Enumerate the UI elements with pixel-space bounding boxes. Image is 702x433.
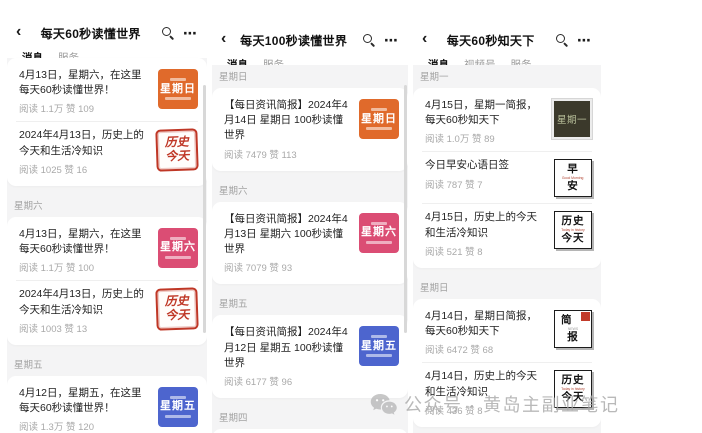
article-meta: 阅读 1003 赞 13 xyxy=(19,321,148,335)
weekday-badge-icon: 星期五 xyxy=(158,387,198,427)
panel-header: ‹ 每天60秒读懂世界 ⋯ xyxy=(7,24,207,42)
panel-title: 每天100秒读懂世界 xyxy=(226,32,361,49)
weekday-badge-icon: 星期六 xyxy=(359,213,399,253)
article-item[interactable]: 2024年4月13日，历史上的今天和生活冷知识 阅读 1003 赞 13 历史 … xyxy=(16,280,198,340)
history-seal-icon: 历史 今天 xyxy=(155,288,198,331)
search-icon[interactable] xyxy=(556,34,568,46)
article-title: 今日早安心语日签 xyxy=(425,158,546,173)
article-meta: 阅读 1.3万 赞 120 xyxy=(19,419,150,433)
article-item[interactable]: 【每日资讯简报】2024年4月14日 星期日 100秒读懂世界 阅读 7479 … xyxy=(221,92,399,167)
panel-60s-world: ‹ 每天60秒读懂世界 ⋯ 消息服务 4月13日，星期六，在这里每天60秒读懂世… xyxy=(7,0,207,433)
article-item[interactable]: 2024年4月13日，历史上的今天和生活冷知识 阅读 1025 赞 16 历史 … xyxy=(16,121,198,181)
history-card-icon: 历史 Today in history 今天 xyxy=(554,370,592,408)
message-list: 4月13日，星期六，在这里每天60秒读懂世界！ 阅读 1.1万 赞 109 星期… xyxy=(7,58,207,433)
panel-header: ‹ 每天100秒读懂世界 ⋯ xyxy=(212,31,408,49)
article-item[interactable]: 4月15日，星期一简报，每天60秒知天下 阅读 1.0万 赞 89 星期一 xyxy=(422,92,592,151)
monday-photo-icon: 星期一 xyxy=(552,99,592,139)
article-item[interactable]: 【每日资讯简报】2024年4月13日 星期六 100秒读懂世界 阅读 7079 … xyxy=(221,206,399,281)
article-title: 4月15日，历史上的今天和生活冷知识 xyxy=(425,210,546,240)
section-label: 星期五 xyxy=(7,353,207,376)
article-title: 4月14日，星期日简报，每天60秒知天下 xyxy=(425,309,546,339)
section-label: 星期六 xyxy=(7,194,207,217)
more-icon[interactable]: ⋯ xyxy=(384,33,399,47)
article-meta: 阅读 787 赞 7 xyxy=(425,177,546,191)
briefing-card-icon: 简 NEWS 报 xyxy=(554,310,592,348)
history-seal-icon: 历史 今天 xyxy=(155,129,198,172)
weekday-badge-icon: 星期六 xyxy=(158,228,198,268)
article-meta: 阅读 1.1万 赞 100 xyxy=(19,260,150,274)
article-item[interactable]: 4月12日，星期五，在这里每天60秒读懂世界！ 阅读 1.3万 赞 120 星期… xyxy=(16,380,198,433)
section-label: 星期五 xyxy=(212,292,408,315)
panel-60s-news: ‹ 每天60秒知天下 ⋯ 消息视频号服务 星期一 4月15日，星期一简报，每天6… xyxy=(413,0,601,433)
article-meta: 阅读 1.0万 赞 89 xyxy=(425,131,544,145)
article-title: 【每日资讯简报】2024年4月12日 星期五 100秒读懂世界 xyxy=(224,325,351,371)
section-label: 星期日 xyxy=(212,65,408,88)
section-label: 星期一 xyxy=(413,65,601,88)
section-label: 星期日 xyxy=(413,276,601,299)
message-card: 【每日资讯简报】2024年4月13日 星期六 100秒读懂世界 阅读 7079 … xyxy=(212,202,408,285)
more-icon[interactable]: ⋯ xyxy=(577,33,592,47)
weekday-badge-icon: 星期日 xyxy=(359,99,399,139)
article-meta: 阅读 6177 赞 96 xyxy=(224,374,351,388)
message-card: 4月15日，星期一简报，每天60秒知天下 阅读 1.0万 赞 89 星期一 今日… xyxy=(413,88,601,268)
article-item[interactable]: 4月13日，星期六，在这里每天60秒读懂世界！ 阅读 1.1万 赞 100 星期… xyxy=(16,221,198,280)
article-title: 4月12日，星期五，在这里每天60秒读懂世界！ xyxy=(19,386,150,416)
scrollbar[interactable] xyxy=(203,85,207,333)
history-card-icon: 历史 Today in history 今天 xyxy=(554,211,592,249)
message-card: 【每日资讯简报】2024年4月12日 星期五 100秒读懂世界 阅读 6177 … xyxy=(212,315,408,398)
red-corner xyxy=(581,312,590,321)
article-meta: 阅读 6472 赞 68 xyxy=(425,342,546,356)
article-meta: 阅读 7479 赞 113 xyxy=(224,147,351,161)
message-card: 4月13日，星期六，在这里每天60秒读懂世界！ 阅读 1.1万 赞 100 星期… xyxy=(7,217,207,345)
article-title: 2024年4月13日，历史上的今天和生活冷知识 xyxy=(19,287,148,317)
article-title: 【每日资讯简报】2024年4月13日 星期六 100秒读懂世界 xyxy=(224,212,351,258)
panel-title: 每天60秒读懂世界 xyxy=(21,25,160,42)
section-label: 星期六 xyxy=(212,179,408,202)
article-title: 【每日资讯简报】2024年4月14日 星期日 100秒读懂世界 xyxy=(224,98,351,144)
message-list: 星期一 4月15日，星期一简报，每天60秒知天下 阅读 1.0万 赞 89 星期… xyxy=(413,65,601,433)
article-title: 4月13日，星期六，在这里每天60秒读懂世界！ xyxy=(19,68,150,98)
article-title: 2024年4月13日，历史上的今天和生活冷知识 xyxy=(19,128,148,158)
article-item[interactable]: 4月15日，历史上的今天和生活冷知识 阅读 521 赞 8 历史 Today i… xyxy=(422,203,592,263)
message-card: 4月14日，星期日简报，每天60秒知天下 阅读 6472 赞 68 简 NEWS… xyxy=(413,299,601,427)
article-title: 4月15日，星期一简报，每天60秒知天下 xyxy=(425,98,544,128)
weekday-badge-icon: 星期五 xyxy=(359,326,399,366)
message-card: 【每日资讯简报】2024年4月11日 星期四 100秒读懂世界 阅读 8664 … xyxy=(212,429,408,433)
good-morning-card-icon: 早 Good Morning 安 xyxy=(554,159,592,197)
message-card: 4月13日，星期六，在这里每天60秒读懂世界！ 阅读 1.1万 赞 109 星期… xyxy=(7,58,207,186)
screenshot-collage: ‹ 每天60秒读懂世界 ⋯ 消息服务 4月13日，星期六，在这里每天60秒读懂世… xyxy=(0,0,702,433)
article-item[interactable]: 【每日资讯简报】2024年4月12日 星期五 100秒读懂世界 阅读 6177 … xyxy=(221,319,399,394)
message-card: 4月12日，星期五，在这里每天60秒读懂世界！ 阅读 1.3万 赞 120 星期… xyxy=(7,376,207,433)
article-item[interactable]: 4月13日，星期六，在这里每天60秒读懂世界！ 阅读 1.1万 赞 109 星期… xyxy=(16,62,198,121)
panel-header: ‹ 每天60秒知天下 ⋯ xyxy=(413,31,601,49)
article-meta: 阅读 7079 赞 93 xyxy=(224,260,351,274)
article-title: 4月14日，历史上的今天和生活冷知识 xyxy=(425,369,546,399)
article-title: 4月13日，星期六，在这里每天60秒读懂世界！ xyxy=(19,227,150,257)
article-meta: 阅读 1025 赞 16 xyxy=(19,162,148,176)
search-icon[interactable] xyxy=(363,34,375,46)
article-meta: 阅读 521 赞 8 xyxy=(425,244,546,258)
scrollbar[interactable] xyxy=(404,85,408,333)
weekday-badge-icon: 星期日 xyxy=(158,69,198,109)
article-item[interactable]: 今日早安心语日签 阅读 787 赞 7 早 Good Morning 安 xyxy=(422,151,592,203)
section-label: 星期四 xyxy=(212,406,408,429)
search-icon[interactable] xyxy=(162,27,174,39)
article-item[interactable]: 4月14日，历史上的今天和生活冷知识 阅读 436 赞 8 历史 Today i… xyxy=(422,362,592,422)
panel-title: 每天60秒知天下 xyxy=(427,32,554,49)
panel-100s-world: ‹ 每天100秒读懂世界 ⋯ 消息服务 星期日 【每日资讯简报】2024年4月1… xyxy=(212,0,408,433)
article-meta: 阅读 436 赞 8 xyxy=(425,403,546,417)
article-meta: 阅读 1.1万 赞 109 xyxy=(19,101,150,115)
message-card: 【每日资讯简报】2024年4月14日 星期日 100秒读懂世界 阅读 7479 … xyxy=(212,88,408,171)
article-item[interactable]: 4月14日，星期日简报，每天60秒知天下 阅读 6472 赞 68 简 NEWS… xyxy=(422,303,592,362)
message-list: 星期日 【每日资讯简报】2024年4月14日 星期日 100秒读懂世界 阅读 7… xyxy=(212,65,408,433)
more-icon[interactable]: ⋯ xyxy=(183,26,198,40)
